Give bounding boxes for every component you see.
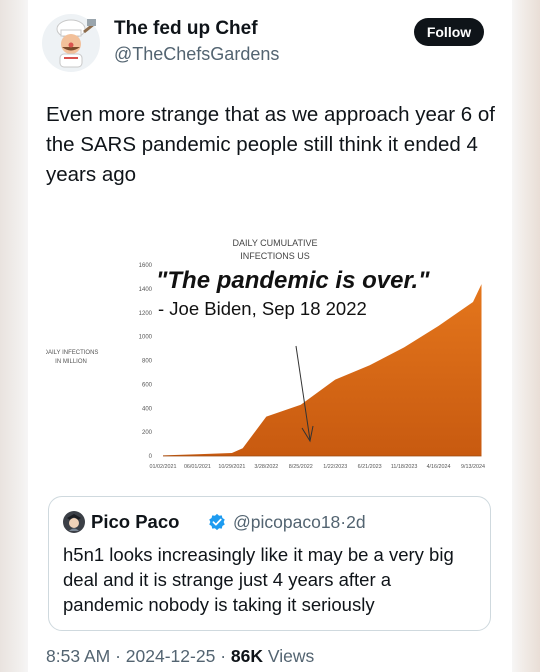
tweet-time[interactable]: 8:53 AM [46,646,110,666]
x-tick-label: 8/25/2022 [289,464,313,470]
follow-button[interactable]: Follow [414,18,484,46]
quote-attribution-text: - Joe Biden, Sep 18 2022 [158,298,367,319]
x-tick-label: 06/01/2021 [184,464,211,470]
y-tick-label: 800 [142,359,153,365]
tweet-metadata: 8:53 AM · 2024-12-25 · 86K Views [46,646,314,667]
y-tick-label: 1000 [139,335,153,341]
chart-ylabel-line-1: DAILY INFECTIONS [46,350,98,356]
separator-dot: · [115,646,121,666]
x-tick-label: 01/02/2021 [150,464,177,470]
x-tick-label: 1/22/2023 [323,464,347,470]
chart-title-line-2: INFECTIONS US [240,251,310,261]
chart-svg: DAILY CUMULATIVE INFECTIONS US DAILY INF… [44,224,494,482]
background-left-edge [0,0,30,672]
y-tick-label: 1400 [139,287,153,293]
tweet-text: Even more strange that as we approach ye… [46,103,495,186]
author-handle[interactable]: @TheChefsGardens [114,44,279,65]
quoted-author-name[interactable]: Pico Paco [91,511,179,533]
quoted-tweet[interactable]: Pico Paco @picopaco18·2d h5n1 looks incr… [48,496,491,631]
x-tick-label: 6/21/2023 [358,464,382,470]
tweet-date[interactable]: 2024-12-25 [126,646,216,666]
tweet-card: The fed up Chef @TheChefsGardens Follow … [28,0,512,672]
quoted-time[interactable]: 2d [346,512,365,532]
x-tick-label: 10/29/2021 [218,464,245,470]
verified-badge-icon [209,513,225,531]
y-tick-label: 200 [142,430,153,436]
x-tick-label: 11/18/2023 [391,464,418,470]
quoted-handle-and-time[interactable]: @picopaco18·2d [233,512,366,533]
quoted-tweet-text: h5n1 looks increasingly like it may be a… [63,544,454,615]
y-tick-label: 1600 [139,263,153,269]
quoted-author-handle[interactable]: @picopaco18 [233,512,340,532]
y-tick-label: 600 [142,382,153,388]
x-tick-label: 3/28/2022 [254,464,278,470]
quote-overlay-text: "The pandemic is over." [156,267,430,294]
background-right-edge [510,0,540,672]
chart-title-line-1: DAILY CUMULATIVE [232,238,317,248]
author-name[interactable]: The fed up Chef [114,18,258,40]
views-count: 86K [230,646,264,666]
y-tick-label: 400 [142,406,153,412]
attached-chart-image[interactable]: DAILY CUMULATIVE INFECTIONS US DAILY INF… [44,224,494,482]
quoted-author-avatar[interactable] [63,511,85,533]
chart-ylabel-line-2: IN MILLION [55,359,87,365]
x-tick-label: 4/16/2024 [427,464,451,470]
views-label: Views [267,646,315,666]
x-tick-label: 9/13/2024 [461,464,485,470]
y-tick-label: 1200 [139,311,153,317]
author-avatar[interactable] [42,14,100,72]
separator-dot: · [220,646,227,666]
